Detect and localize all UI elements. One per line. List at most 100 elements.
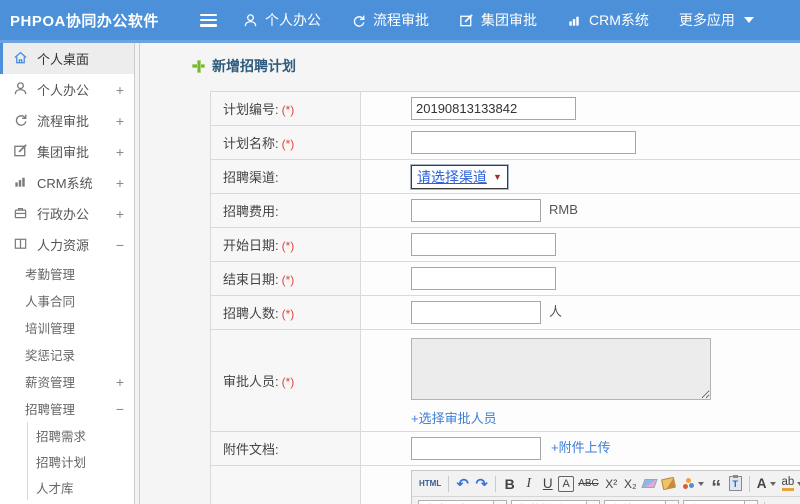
expand-plus-icon: + [115, 143, 124, 160]
rich-text-editor: HTML ↶ ↷ B I U A ABC X² X₂ “ T A ab [411, 470, 800, 504]
main-content: 新增招聘计划 计划编号:(*) 计划名称:(*) 招聘渠道: 请选择渠道 [140, 43, 800, 504]
sidebar-item-label: 薪资管理 [25, 376, 76, 390]
select-approver-link[interactable]: +选择审批人员 [411, 411, 497, 426]
editor-format-brush-button[interactable] [660, 473, 677, 494]
approver-textarea[interactable] [411, 338, 711, 400]
editor-paragraph-dropdown[interactable]: 段落格式 [511, 499, 600, 504]
collapse-minus-icon: − [115, 236, 124, 253]
editor-font-style-button[interactable]: A [558, 475, 575, 492]
recruit-submenu: 招聘需求 招聘计划 人才库 [27, 422, 140, 500]
form-row: 开始日期: (*) [210, 227, 800, 262]
sidebar-item-hr[interactable]: 人力资源 − [0, 229, 140, 260]
editor-html-source-button[interactable]: HTML [417, 473, 443, 494]
home-icon [13, 50, 37, 68]
sidebar-item-workflow-approval[interactable]: 流程审批 + [0, 105, 140, 136]
sidebar-item-training[interactable]: 培训管理 [0, 314, 140, 341]
sidebar-item-personal-office[interactable]: 个人办公 + [0, 74, 140, 105]
editor-highlight-button[interactable]: ab [780, 473, 800, 494]
sidebar-item-group-approval[interactable]: 集团审批 + [0, 136, 140, 167]
editor-underline-button[interactable]: U [539, 473, 556, 494]
page-title-text: 新增招聘计划 [212, 58, 296, 74]
field-label: 招聘人数: [223, 306, 279, 321]
sparkle-icon [681, 478, 695, 490]
channel-select[interactable]: 请选择渠道 ▼ [411, 164, 508, 189]
sidebar-item-recruit-plan[interactable]: 招聘计划 [28, 448, 140, 474]
end-date-input[interactable] [411, 267, 556, 290]
sidebar-item-desktop[interactable]: 个人桌面 [0, 43, 140, 74]
page-title: 新增招聘计划 [192, 56, 800, 76]
start-date-input[interactable] [411, 233, 556, 256]
sidebar-item-talent-pool[interactable]: 人才库 [28, 474, 140, 500]
sidebar-item-label: 流程审批 [37, 114, 90, 129]
required-marker: (*) [281, 375, 295, 389]
nav-workflow-approval[interactable]: 流程审批 [351, 10, 429, 30]
editor-align-center-button[interactable] [789, 499, 800, 504]
editor-font-size-dropdown[interactable]: 字号 [683, 499, 758, 504]
caret-down-icon [587, 499, 600, 504]
editor-superscript-button[interactable]: X² [603, 473, 620, 494]
attachment-input[interactable] [411, 437, 541, 461]
nav-personal-office[interactable]: 个人办公 [243, 10, 321, 30]
sidebar-item-hr-contract[interactable]: 人事合同 [0, 287, 140, 314]
required-marker: (*) [281, 137, 295, 151]
recruit-fee-input[interactable] [411, 199, 541, 222]
form-row: 结束日期: (*) [210, 261, 800, 296]
hamburger-menu-icon[interactable] [200, 13, 217, 27]
sidebar-item-crm[interactable]: CRM系统 + [0, 167, 140, 198]
eraser-icon [641, 479, 658, 488]
top-bar: PHPOA协同办公软件 个人办公 流程审批 集团审批 CRM系统 更多应用 [0, 0, 800, 40]
editor-eraser-button[interactable] [641, 473, 658, 494]
dropdown-value: 字体 [604, 499, 666, 504]
top-nav: 个人办公 流程审批 集团审批 CRM系统 更多应用 [243, 10, 754, 30]
sidebar-item-label: 人才库 [36, 481, 74, 496]
sidebar-item-rewards[interactable]: 奖惩记录 [0, 341, 140, 368]
editor-font-color-button[interactable]: A [755, 473, 778, 494]
sidebar-item-recruit-demand[interactable]: 招聘需求 [28, 422, 140, 448]
editor-undo-button[interactable]: ↶ [454, 473, 471, 494]
sidebar-item-label: 个人桌面 [37, 52, 90, 67]
editor-redo-button[interactable]: ↷ [473, 473, 490, 494]
sidebar-item-label: 人事合同 [25, 295, 76, 309]
plan-name-input[interactable] [411, 131, 636, 154]
headcount-input[interactable] [411, 301, 541, 325]
sidebar-item-label: 培训管理 [25, 322, 76, 336]
nav-crm-system[interactable]: CRM系统 [567, 10, 649, 30]
currency-unit-label: RMB [549, 201, 578, 217]
sidebar-scrollbar[interactable] [134, 43, 140, 504]
sidebar-item-admin-office[interactable]: 行政办公 + [0, 198, 140, 229]
editor-heading-dropdown[interactable]: 自定义标题 [418, 499, 507, 504]
sidebar-item-label: 集团审批 [37, 145, 90, 160]
editor-align-left-button[interactable] [770, 499, 787, 504]
editor-strikethrough-button[interactable]: ABC [576, 473, 601, 494]
expand-plus-icon: + [115, 81, 124, 98]
sidebar-item-recruit-mgmt[interactable]: 招聘管理 − [0, 395, 140, 422]
editor-subscript-button[interactable]: X₂ [622, 473, 639, 494]
collapse-minus-icon: − [115, 400, 124, 417]
expand-plus-icon: + [115, 112, 124, 129]
sidebar-item-label: 行政办公 [37, 207, 90, 222]
nav-label: 集团审批 [481, 12, 537, 28]
field-label: 计划编号: [223, 102, 279, 117]
sidebar: 个人桌面 个人办公 + 流程审批 + 集团审批 + CRM系统 + 行政办公 +… [0, 43, 140, 504]
editor-bold-button[interactable]: B [501, 473, 518, 494]
edit-square-icon [13, 143, 37, 161]
nav-label: 个人办公 [265, 12, 321, 28]
caret-down-icon [745, 499, 758, 504]
plan-number-input[interactable] [411, 97, 576, 120]
sidebar-item-label: 考勤管理 [25, 268, 76, 282]
editor-paste-button[interactable]: T [727, 473, 744, 494]
person-icon [243, 13, 258, 28]
editor-text-effect-button[interactable] [679, 473, 706, 494]
sidebar-item-label: 招聘需求 [36, 429, 87, 444]
briefcase-icon [13, 205, 37, 223]
editor-italic-button[interactable]: I [520, 473, 537, 494]
sidebar-item-salary[interactable]: 薪资管理 + [0, 368, 140, 395]
field-label: 审批人员: [223, 374, 279, 389]
nav-group-approval[interactable]: 集团审批 [459, 10, 537, 30]
editor-blockquote-button[interactable]: “ [708, 473, 725, 497]
sidebar-item-attendance[interactable]: 考勤管理 [0, 260, 140, 287]
nav-more-apps[interactable]: 更多应用 [679, 10, 754, 30]
attachment-upload-link[interactable]: +附件上传 [551, 440, 611, 455]
flow-icon [351, 13, 366, 28]
editor-font-family-dropdown[interactable]: 字体 [604, 499, 679, 504]
